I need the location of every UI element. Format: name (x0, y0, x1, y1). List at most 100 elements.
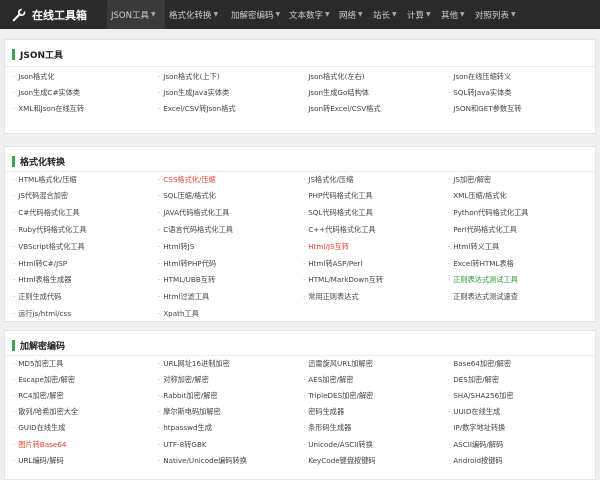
tool-link[interactable]: · HTML/UBB互转 (158, 274, 303, 287)
tool-link[interactable]: · Json格式化 (13, 70, 158, 83)
bullet-icon: · (13, 104, 16, 113)
tool-link[interactable]: · Json生成C#实体类 (13, 86, 158, 99)
nav-item-reference[interactable]: 对照列表 ▼ (471, 0, 527, 29)
nav-item-text[interactable]: 文本数字 ▼ (285, 0, 335, 29)
tool-link[interactable]: · Ruby代码格式化工具 (13, 223, 158, 236)
bullet-icon: · (158, 375, 161, 384)
tool-link-label: HTML/MarkDown互转 (308, 275, 384, 285)
tool-link[interactable]: · 常用正则表达式 (303, 291, 448, 304)
tool-link[interactable]: · Html转义工具 (448, 240, 593, 253)
tool-link[interactable]: · SQL压缩/格式化 (158, 190, 303, 203)
nav-item-network[interactable]: 网络 ▼ (335, 0, 369, 29)
tool-link[interactable]: · GUID在线生成 (13, 422, 158, 435)
tool-link[interactable]: · Perl代码格式化工具 (448, 223, 593, 236)
tool-link[interactable]: · Android按键码 (448, 454, 593, 467)
tool-link[interactable]: · Excel/CSV转Json格式 (158, 102, 303, 115)
tool-link[interactable]: · JS格式化/压缩 (303, 173, 448, 186)
tool-link[interactable]: · 图片转Base64 (13, 438, 158, 451)
tool-link[interactable]: · HTML格式化/压缩 (13, 173, 158, 186)
bullet-icon: · (158, 440, 161, 449)
section-divider (5, 171, 595, 172)
tool-link[interactable]: · htpasswd生成 (158, 422, 303, 435)
bullet-icon: · (13, 276, 16, 285)
bullet-icon: · (448, 209, 451, 218)
tool-link[interactable]: · IP/数字地址转换 (448, 422, 593, 435)
bullet-icon: · (13, 408, 16, 417)
tool-link[interactable]: · 条形码生成器 (303, 422, 448, 435)
tool-link[interactable]: · JSON和GET参数互转 (448, 102, 593, 115)
tool-link[interactable]: · JS代码混合加密 (13, 190, 158, 203)
nav-item-webmaster[interactable]: 站长 ▼ (369, 0, 403, 29)
tool-link[interactable]: · C++代码格式化工具 (303, 223, 448, 236)
tool-link[interactable]: · SQL代码格式化工具 (303, 207, 448, 220)
tool-link[interactable]: · SHA/SHA256加密 (448, 389, 593, 402)
tool-link-label: Ruby代码格式化工具 (18, 224, 87, 234)
tool-link[interactable]: · Html转JS (158, 240, 303, 253)
tool-link[interactable]: · URL网址16进制加密 (158, 357, 303, 370)
tool-link[interactable]: · UUID在线生成 (448, 406, 593, 419)
tool-link[interactable]: · JAVA代码格式化工具 (158, 207, 303, 220)
tool-link[interactable]: · JS加密/解密 (448, 173, 593, 186)
tool-link[interactable]: · 运行js/html/css (13, 307, 158, 320)
tool-link[interactable]: · Html转ASP/Perl (303, 257, 448, 270)
tool-link[interactable]: · Base64加密/解密 (448, 357, 593, 370)
bullet-icon: · (13, 192, 16, 201)
tool-link[interactable]: · RC4加密/解密 (13, 389, 158, 402)
nav-item-other[interactable]: 其他 ▼ (437, 0, 471, 29)
tool-link[interactable]: · C#代码格式化工具 (13, 207, 158, 220)
nav-item-calc[interactable]: 计算 ▼ (403, 0, 437, 29)
tool-link[interactable]: · Escape加密/解密 (13, 373, 158, 386)
tool-link[interactable]: · Xpath工具 (158, 307, 303, 320)
tool-link[interactable]: · Html过滤工具 (158, 291, 303, 304)
tool-link[interactable]: · MD5加密工具 (13, 357, 158, 370)
tool-link[interactable]: · 正则生成代码 (13, 291, 158, 304)
tool-link[interactable]: · KeyCode键盘按键码 (303, 454, 448, 467)
tool-link[interactable]: · HTML/MarkDown互转 (303, 274, 448, 287)
tool-link[interactable]: · XML和Json在线互转 (13, 102, 158, 115)
tool-link[interactable]: · 正则表达式测试工具 (448, 274, 593, 287)
bullet-icon: · (158, 359, 161, 368)
tool-link[interactable]: · TripleDES加密/解密 (303, 389, 448, 402)
brand[interactable]: 在线工具箱 (0, 7, 107, 23)
tool-link[interactable]: · Native/Unicode编码转换 (158, 454, 303, 467)
tool-link[interactable]: · Unicode/ASCII转换 (303, 438, 448, 451)
tool-link[interactable]: · PHP代码格式化工具 (303, 190, 448, 203)
bullet-icon: · (448, 276, 451, 285)
tool-link-label: Xpath工具 (163, 308, 199, 318)
tool-link[interactable]: · 摩尔斯电码加解密 (158, 406, 303, 419)
tool-link[interactable]: · Html/JS互转 (303, 240, 448, 253)
tool-link[interactable]: · XML压缩/格式化 (448, 190, 593, 203)
tool-link[interactable]: · ASCII编码/解码 (448, 438, 593, 451)
tool-link[interactable]: · Html转PHP代码 (158, 257, 303, 270)
tool-link[interactable]: · Json生成Java实体类 (158, 86, 303, 99)
tool-link[interactable]: · Json转Excel/CSV格式 (303, 102, 448, 115)
nav-item-label: 计算 (407, 10, 425, 21)
tool-link[interactable]: · Json格式化(上下) (158, 70, 303, 83)
tool-link[interactable]: · 迅雷旋风URL加解密 (303, 357, 448, 370)
tool-link[interactable]: · UTF-8转GBK (158, 438, 303, 451)
tool-link[interactable]: · Html表格生成器 (13, 274, 158, 287)
tool-link[interactable]: · 密码生成器 (303, 406, 448, 419)
nav-item-json[interactable]: JSON工具 ▼ (107, 0, 165, 29)
bullet-icon: · (13, 88, 16, 97)
tool-link[interactable]: · VBScript格式化工具 (13, 240, 158, 253)
nav-item-format[interactable]: 格式化转换 ▼ (165, 0, 227, 29)
tool-link[interactable]: · Html转C#/JSP (13, 257, 158, 270)
tool-link[interactable]: · 对称加密/解密 (158, 373, 303, 386)
tool-link[interactable]: · C语言代码格式化工具 (158, 223, 303, 236)
bullet-icon: · (13, 225, 16, 234)
tool-link[interactable]: · 散列/哈希加密大全 (13, 406, 158, 419)
tool-link[interactable]: · SQL转Java实体类 (448, 86, 593, 99)
tool-link[interactable]: · Excel转HTML表格 (448, 257, 593, 270)
tool-link[interactable]: · CSS格式化/压缩 (158, 173, 303, 186)
tool-link[interactable]: · AES加密/解密 (303, 373, 448, 386)
tool-link[interactable]: · Rabbit加密/解密 (158, 389, 303, 402)
nav-item-crypto[interactable]: 加解密编码 ▼ (227, 0, 285, 29)
tool-link[interactable]: · Python代码格式化工具 (448, 207, 593, 220)
tool-link[interactable]: · Json生成Go结构体 (303, 86, 448, 99)
tool-link[interactable]: · DES加密/解密 (448, 373, 593, 386)
tool-link[interactable]: · 正则表达式测试速查 (448, 291, 593, 304)
tool-link[interactable]: · Json格式化(左右) (303, 70, 448, 83)
tool-link[interactable]: · URL编码/解码 (13, 454, 158, 467)
tool-link[interactable]: · Json在线压缩转义 (448, 70, 593, 83)
